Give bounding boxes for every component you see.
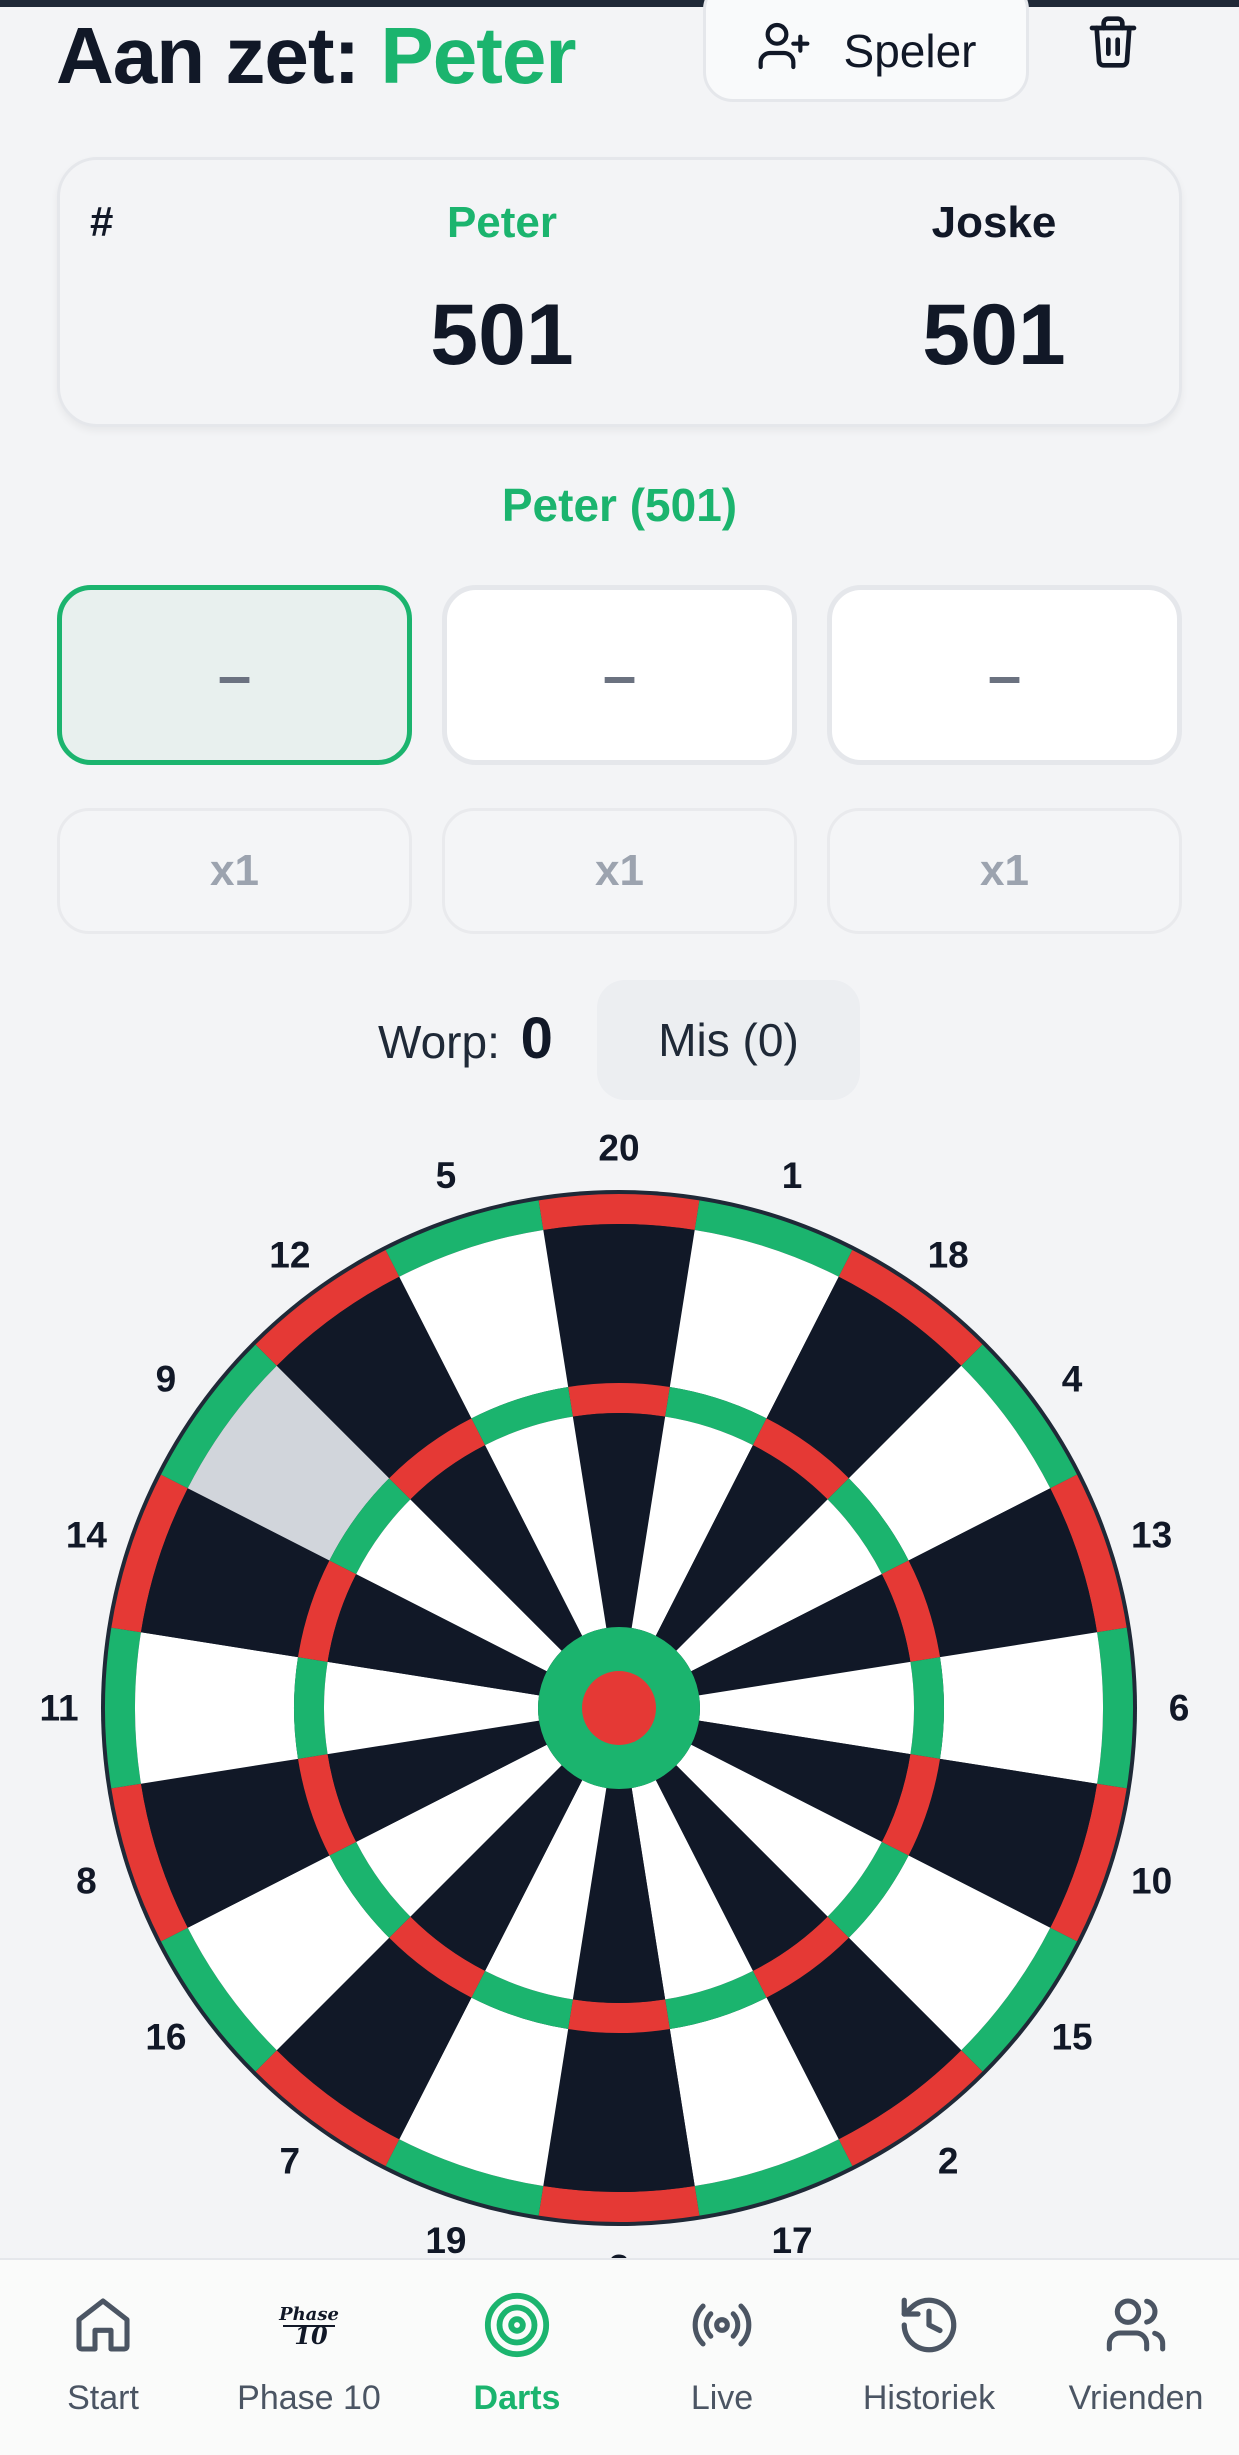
nav-label: Darts [473,2379,561,2417]
dart-slot-2[interactable]: – [442,585,797,765]
board-number-19: 19 [425,2220,466,2260]
player-score: 501 [430,287,574,383]
triple-segment-20[interactable] [568,1383,670,1417]
nav-label: Start [67,2379,139,2417]
multiplier-button-2[interactable]: x1 [442,808,797,934]
throw-value: 0 [520,1006,553,1071]
board-number-1: 1 [782,1155,803,1196]
nav-label: Historiek [862,2379,996,2417]
dartboard[interactable]: 2011841361015217319716811149125 [0,1100,1239,2261]
board-number-16: 16 [145,2017,186,2058]
board-number-17: 17 [771,2220,812,2260]
outer-single-segment-20[interactable] [543,1224,695,1388]
nav-live[interactable]: Live [622,2285,822,2418]
board-number-12: 12 [269,1234,310,1275]
board-number-14: 14 [66,1514,108,1555]
users-icon [1036,2285,1236,2365]
board-number-15: 15 [1051,2017,1092,2058]
throw-total: Worp: 0 [378,1005,553,1072]
trash-icon [1085,16,1141,78]
turn-label: Peter (501) [501,479,738,531]
nav-label: Phase 10 [237,2379,381,2417]
delete-game-button[interactable] [1085,10,1141,74]
board-number-20: 20 [598,1128,639,1169]
target-icon [417,2285,617,2365]
bottom-navigation: Start Phase 10 Phase 10 Darts Live Histo… [0,2258,1239,2455]
player-column: Peter 501 [352,198,652,385]
nav-phase10[interactable]: Phase 10 Phase 10 [209,2285,409,2418]
board-number-4: 4 [1062,1358,1083,1399]
board-number-2: 2 [938,2141,959,2182]
player-score: 501 [922,287,1066,383]
board-number-9: 9 [156,1358,177,1399]
board-number-5: 5 [436,1155,457,1196]
bullseye[interactable] [582,1671,656,1745]
phase10-logo-icon: Phase 10 [209,2285,409,2365]
history-icon [829,2285,1029,2365]
page-title: Aan zet: Peter [56,10,577,102]
player-name: Peter [446,198,558,247]
multiplier-button-3[interactable]: x1 [827,808,1182,934]
nav-darts[interactable]: Darts [417,2285,617,2418]
outer-single-segment-6[interactable] [939,1632,1103,1784]
board-number-18: 18 [928,1234,969,1275]
user-plus-icon [756,18,812,85]
player-name: Joske [931,198,1057,247]
add-player-button[interactable]: Speler [703,0,1029,102]
board-number-6: 6 [1169,1688,1190,1729]
home-icon [3,2285,203,2365]
board-number-13: 13 [1131,1514,1172,1555]
outer-single-segment-11[interactable] [135,1632,299,1784]
dart-slot-3[interactable]: – [827,585,1182,765]
miss-button[interactable]: Mis (0) [597,980,860,1100]
nav-historiek[interactable]: Historiek [829,2285,1029,2418]
nav-label: Live [690,2379,754,2417]
status-bar [0,0,1239,7]
dart-slot-1[interactable]: – [57,585,412,765]
board-number-11: 11 [39,1688,78,1729]
scoreboard-hash: # [90,198,114,245]
current-player-name: Peter [380,11,576,100]
scoreboard: # Peter 501 Joske 501 [57,157,1182,427]
triple-segment-6[interactable] [910,1657,944,1759]
title-prefix: Aan zet: [56,11,360,100]
board-number-10: 10 [1131,1861,1172,1902]
outer-single-segment-3[interactable] [543,2028,695,2192]
nav-label: Vrienden [1068,2379,1204,2417]
throw-label: Worp: [378,1016,500,1068]
board-number-8: 8 [76,1861,97,1902]
player-column: Joske 501 [844,198,1144,385]
triple-segment-3[interactable] [568,1999,670,2033]
triple-segment-11[interactable] [294,1657,328,1759]
nav-vrienden[interactable]: Vrienden [1036,2285,1236,2418]
broadcast-icon [622,2285,822,2365]
add-player-label: Speler [843,25,977,77]
nav-start[interactable]: Start [3,2285,203,2418]
multiplier-button-1[interactable]: x1 [57,808,412,934]
board-number-7: 7 [280,2141,301,2182]
